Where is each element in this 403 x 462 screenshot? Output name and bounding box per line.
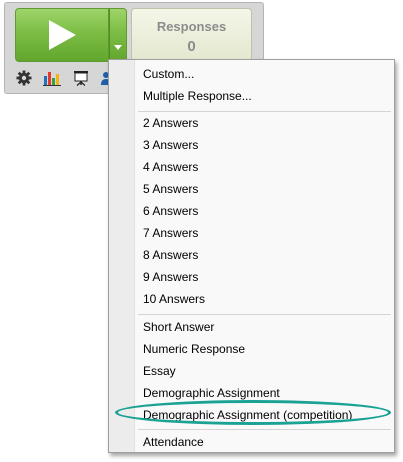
menu-separator (138, 111, 391, 112)
menu-item-7-answers[interactable]: 7 Answers (143, 223, 198, 243)
menu-separator (138, 429, 391, 430)
menu-item-demographic-assignment-competition[interactable]: Demographic Assignment (competition) (143, 405, 352, 425)
menu-item-custom[interactable]: Custom... (143, 64, 194, 84)
question-type-menu: Custom... Multiple Response... 2 Answers… (108, 59, 395, 453)
menu-item-short-answer[interactable]: Short Answer (143, 317, 214, 337)
menu-gutter (109, 60, 135, 452)
menu-item-8-answers[interactable]: 8 Answers (143, 245, 198, 265)
menu-item-4-answers[interactable]: 4 Answers (143, 157, 198, 177)
presentation-icon[interactable] (72, 69, 90, 87)
responses-count: 0 (187, 38, 196, 55)
chevron-down-icon (114, 45, 122, 50)
play-icon (49, 20, 76, 50)
menu-item-10-answers[interactable]: 10 Answers (143, 289, 205, 309)
menu-item-9-answers[interactable]: 9 Answers (143, 267, 198, 287)
menu-separator (138, 314, 391, 315)
menu-item-5-answers[interactable]: 5 Answers (143, 179, 198, 199)
menu-item-essay[interactable]: Essay (143, 361, 176, 381)
menu-item-2-answers[interactable]: 2 Answers (143, 113, 198, 133)
responses-counter: Responses 0 (131, 8, 252, 62)
menu-item-6-answers[interactable]: 6 Answers (143, 201, 198, 221)
menu-item-demographic-assignment[interactable]: Demographic Assignment (143, 383, 280, 403)
start-polling-button[interactable] (15, 8, 109, 62)
menu-item-3-answers[interactable]: 3 Answers (143, 135, 198, 155)
menu-item-attendance[interactable]: Attendance (143, 432, 204, 452)
gear-icon[interactable] (15, 69, 33, 87)
menu-item-multiple-response[interactable]: Multiple Response... (143, 86, 252, 106)
question-type-dropdown-button[interactable] (109, 8, 127, 62)
responses-label: Responses (156, 19, 227, 34)
screenshot-stage: Responses 0 Custom... Multiple Response.… (0, 0, 403, 462)
bar-chart-icon[interactable] (43, 69, 61, 87)
menu-item-numeric-response[interactable]: Numeric Response (143, 339, 245, 359)
